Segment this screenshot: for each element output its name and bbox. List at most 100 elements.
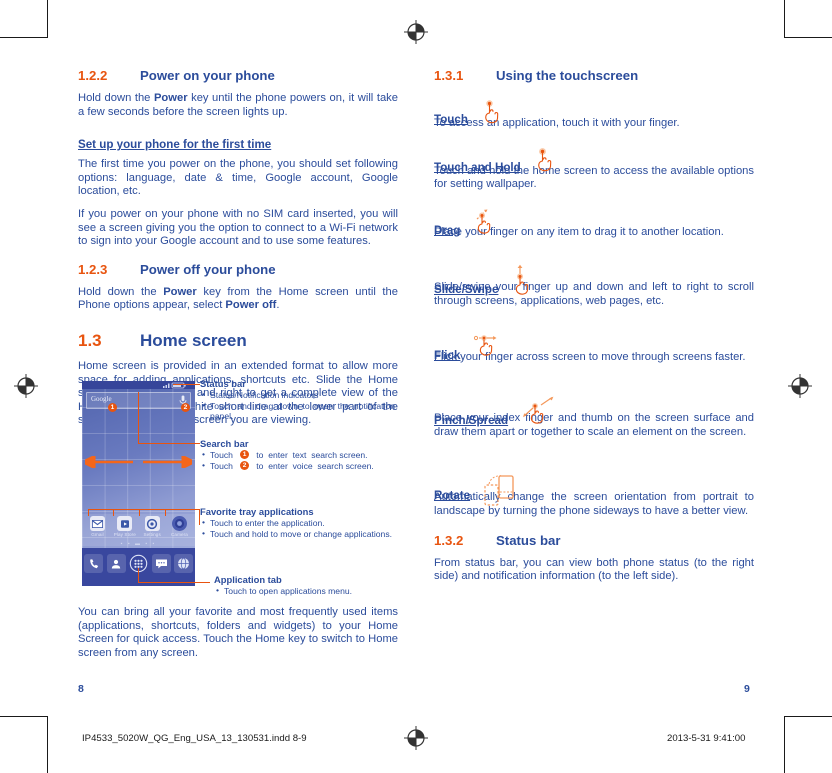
heading-text: Using the touchscreen [496,68,639,83]
tray-app-label: Gmail [91,532,104,537]
heading-number: 1.3 [78,330,102,350]
crop-mark-bottom-left-horizontal [0,716,48,717]
leader-line-search-bar-vertical [138,392,140,444]
callout-item: Touch and hold to move or change applica… [202,528,395,540]
heading-1-2-3: 1.2.3 Power off your phone [78,262,398,277]
gesture-label: Pinch/Spread [434,414,509,428]
hand-touch-icon [480,99,506,130]
heading-text: Power on your phone [140,68,275,83]
heading-1-3-1: 1.3.1 Using the touchscreen [434,68,754,83]
tray-app-label: Camera [171,532,188,537]
gesture-label: Slide/Swipe [434,283,499,297]
leader-line-search-bar-horizontal [138,443,200,445]
hand-flick-icon [473,333,507,366]
crop-mark-bottom-right-vertical [784,716,785,773]
hand-touch-hold-icon [533,147,559,178]
print-slug-filename: IP4533_5020W_QG_Eng_USA_13_130531.indd 8… [82,733,307,744]
paragraph-power-on: Hold down the Power key until the phone … [78,92,398,118]
tray-app-camera[interactable]: Camera [167,516,192,537]
crop-mark-top-right-horizontal [784,37,832,38]
callout-title: Status bar [200,378,246,389]
gesture-flick: Flick [434,329,754,362]
callout-search-bar: Search bar Touch 1 to enter text search … [200,438,395,471]
callout-item: Status/Notification indicators [202,389,395,401]
callout-title: Search bar [200,438,249,449]
leader-line-tray-horizontal [88,509,200,511]
heading-text: Status bar [496,532,561,548]
callout-title: Favorite tray applications [200,506,314,517]
tray-app-settings[interactable]: Settings [140,516,165,537]
heading-1-2-2: 1.2.2 Power on your phone [78,68,398,83]
crop-mark-bottom-left-vertical [47,716,48,773]
gesture-drag: Drag [434,204,754,237]
page-number-right: 9 [744,683,750,695]
gesture-touch-and-hold: Touch and Hold [434,143,754,174]
tray-app-play-store[interactable]: Play Store [112,516,137,537]
figure-marker-1: 1 [108,403,117,412]
crop-mark-top-left-horizontal [0,37,48,38]
leader-line-tray-tick-3 [139,509,141,516]
leader-line-app-tab-horizontal [138,582,210,584]
callout-item: Touch 2 to enter voice search screen. [202,460,395,472]
hand-slide-swipe-icon [511,264,539,301]
browser-globe-icon[interactable] [174,554,193,573]
crop-mark-bottom-right-horizontal [784,716,832,717]
callout-item: Touch to enter the application. [202,517,395,529]
registration-mark-bottom [404,726,428,750]
callout-title: Application tab [214,574,282,585]
heading-number: 1.2.3 [78,261,108,277]
paragraph-status-bar: From status bar, you can view both phone… [434,556,754,583]
leader-line-tray-tick-2 [113,509,115,516]
home-screen-page-indicator: ▪ ▪ ▬ ▪ ▪ [120,541,157,547]
gesture-label: Touch [434,113,468,126]
phone-rotate-icon [483,473,523,512]
heading-1-3: 1.3 Home screen [78,331,398,351]
callout-favorite-tray: Favorite tray applications Touch to ente… [200,506,395,539]
paragraph-favorites: You can bring all your favorite and most… [78,606,398,659]
slide-direction-arrows [82,454,195,470]
gesture-label: Flick [434,348,461,362]
heading-number: 1.3.2 [434,532,464,548]
figure-marker-2: 2 [181,403,190,412]
tray-app-gmail[interactable]: Gmail [85,516,110,537]
leader-line-tray-tick-1 [88,509,90,516]
heading-1-3-2: 1.3.2 Status bar [434,533,754,548]
hand-drag-icon [473,208,503,241]
paragraph-power-off: Hold down the Power key from the Home sc… [78,285,398,312]
leader-line-app-tab-vertical [138,568,140,583]
right-page-column: 1.3.1 Using the touchscreen Touch To acc… [434,68,754,593]
leader-line-tray-tick-4 [165,509,167,516]
tray-app-label: Settings [143,532,161,537]
callout-item: Touch 1 to enter text search screen. [202,449,395,461]
gesture-label: Drag [434,223,461,237]
registration-mark-top [404,20,428,44]
messaging-bubble-icon[interactable] [151,554,171,573]
gesture-touch: Touch [434,95,754,126]
tray-app-label: Play Store [113,532,136,537]
paragraph-no-sim: If you power on your phone with no SIM c… [78,207,398,248]
subheading-first-time-setup: Set up your phone for the first time [78,138,272,152]
gmail-icon [90,516,105,531]
play-store-icon [117,516,133,531]
registration-mark-left [14,374,38,398]
search-bar-label: Google [91,395,112,403]
callout-application-tab: Application tab Touch to open applicatio… [214,574,409,597]
crop-mark-top-left-vertical [47,0,48,37]
callout-marker-1: 1 [240,450,250,460]
heading-text: Power off your phone [140,261,276,277]
leader-line-status-bar [173,384,200,386]
hand-pinch-spread-icon [521,396,557,433]
callout-status-bar: Status bar Status/Notification indicator… [200,378,395,422]
heading-text: Home screen [140,330,247,350]
crop-mark-top-right-vertical [784,0,785,37]
callout-marker-2: 2 [240,460,250,470]
gesture-label: Rotate [434,489,471,503]
contacts-person-icon[interactable] [106,554,126,573]
phone-handset-icon[interactable] [84,554,103,573]
gesture-rotate: Rotate [434,463,754,506]
gesture-label: Touch and Hold [434,160,521,174]
gesture-pinch-spread: Pinch/Spread [434,390,754,427]
print-slug-timestamp: 2013-5-31 9:41:00 [667,733,746,744]
callout-item: Touch to open applications menu. [216,585,409,597]
registration-mark-right [788,374,812,398]
